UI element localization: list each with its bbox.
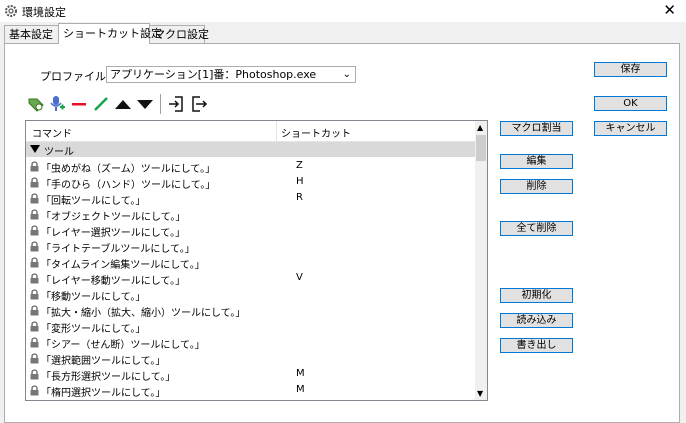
- command-cell: 「拡大・縮小（拡大、縮小）ツールにして。」: [41, 308, 246, 319]
- move-up-icon[interactable]: [114, 95, 132, 113]
- command-cell: 「オブジェクトツールにして。」: [41, 212, 186, 223]
- close-icon[interactable]: ✕: [663, 2, 676, 18]
- lock-icon: [30, 273, 39, 284]
- column-divider[interactable]: [276, 121, 277, 141]
- add-user-icon[interactable]: [48, 95, 66, 113]
- title-bar: 環境設定 ✕: [0, 0, 686, 22]
- list-item[interactable]: 「レイヤー選択ツールにして。」: [26, 222, 476, 239]
- reset-button[interactable]: 初期化: [500, 288, 573, 303]
- scroll-up-icon[interactable]: ▲: [477, 123, 483, 132]
- command-cell: 「変形ツールにして。」: [41, 324, 146, 335]
- command-cell: 「レイヤー移動ツールにして。」: [41, 276, 186, 287]
- list-item[interactable]: 「楕円選択ツールにして。」 M: [26, 382, 476, 399]
- lock-icon: [30, 305, 39, 316]
- profile-select[interactable]: アプリケーション[1]番：Photoshop.exe ⌄: [106, 66, 356, 83]
- list-item[interactable]: 「ライトテーブルツールにして。」: [26, 238, 476, 255]
- list-item[interactable]: 「タイムライン編集ツールにして。」: [26, 254, 476, 271]
- lock-icon: [30, 161, 39, 172]
- lock-icon: [30, 369, 39, 380]
- command-cell: 「回転ツールにして。」: [41, 196, 146, 207]
- lock-icon: [30, 177, 39, 188]
- window-title: 環境設定: [22, 6, 66, 19]
- command-cell: 「タイムライン編集ツールにして。」: [41, 260, 205, 271]
- delete-button[interactable]: 削除: [500, 179, 573, 194]
- column-header-shortcut[interactable]: ショートカット: [281, 125, 351, 140]
- command-cell: 「シアー（せん断）ツールにして。」: [41, 340, 205, 351]
- save-button[interactable]: 保存: [594, 62, 667, 77]
- edit-button[interactable]: 編集: [500, 154, 573, 169]
- group-label: ツール: [44, 147, 74, 158]
- lock-icon: [30, 209, 39, 220]
- expand-triangle-icon[interactable]: [30, 145, 40, 153]
- export-icon[interactable]: [190, 95, 208, 113]
- group-row-tools[interactable]: ツール: [26, 142, 476, 158]
- tab-shortcut-settings[interactable]: ショートカット設定: [58, 23, 162, 44]
- macro-assign-button[interactable]: マクロ割当: [500, 121, 573, 136]
- shortcut-cell: L: [296, 400, 302, 401]
- command-cell: 「選択範囲ツールにして。」: [41, 356, 166, 367]
- shortcut-cell: Z: [296, 160, 303, 171]
- scroll-down-icon[interactable]: ▼: [477, 389, 483, 398]
- list-item[interactable]: 「回転ツールにして。」 R: [26, 190, 476, 207]
- import-icon[interactable]: [168, 95, 186, 113]
- list-item[interactable]: 「拡大・縮小（拡大、縮小）ツールにして。」: [26, 302, 476, 319]
- command-cell: 「移動ツールにして。」: [41, 292, 146, 303]
- column-header-command[interactable]: コマンド: [32, 125, 72, 140]
- list-item[interactable]: 「手のひら（ハンド）ツールにして。」 H: [26, 174, 476, 191]
- chevron-down-icon: ⌄: [342, 69, 351, 80]
- list-item[interactable]: 「投げなわ選択ツールにして。」 L: [26, 398, 476, 401]
- delete-all-button[interactable]: 全て削除: [500, 221, 573, 236]
- list-item[interactable]: 「長方形選択ツールにして。」 M: [26, 366, 476, 383]
- shortcut-cell: H: [296, 176, 304, 187]
- lock-icon: [30, 193, 39, 204]
- gear-icon: [5, 5, 17, 17]
- lock-icon: [30, 289, 39, 300]
- shortcut-cell: R: [296, 192, 303, 203]
- command-cell: 「手のひら（ハンド）ツールにして。」: [41, 180, 216, 191]
- remove-icon[interactable]: [70, 95, 88, 113]
- command-cell: 「虫めがね（ズーム）ツールにして。」: [41, 164, 216, 175]
- list-item[interactable]: 「変形ツールにして。」: [26, 318, 476, 335]
- lock-icon: [30, 385, 39, 396]
- lock-icon: [30, 353, 39, 364]
- profile-select-value: アプリケーション[1]番：Photoshop.exe: [110, 68, 317, 81]
- shortcut-cell: V: [296, 272, 303, 283]
- list-item[interactable]: 「レイヤー移動ツールにして。」 V: [26, 270, 476, 287]
- list-item[interactable]: 「シアー（せん断）ツールにして。」: [26, 334, 476, 351]
- edit-pen-icon[interactable]: [92, 95, 110, 113]
- command-cell: 「レイヤー選択ツールにして。」: [41, 228, 186, 239]
- list-item[interactable]: 「虫めがね（ズーム）ツールにして。」 Z: [26, 158, 476, 175]
- command-cell: 「投げなわ選択ツールにして。」: [41, 400, 185, 401]
- export-button[interactable]: 書き出し: [500, 338, 573, 353]
- lock-icon: [30, 225, 39, 236]
- ok-button[interactable]: OK: [594, 96, 667, 111]
- toolbar-divider: [160, 94, 161, 114]
- list-header: コマンド ショートカット: [26, 121, 476, 142]
- move-down-icon[interactable]: [136, 95, 154, 113]
- lock-icon: [30, 337, 39, 348]
- load-button[interactable]: 読み込み: [500, 313, 573, 328]
- cancel-button[interactable]: キャンセル: [594, 121, 667, 136]
- shortcut-cell: M: [296, 368, 305, 379]
- command-cell: 「長方形選択ツールにして。」: [41, 372, 176, 383]
- command-cell: 「ライトテーブルツールにして。」: [41, 244, 195, 255]
- new-profile-icon[interactable]: [27, 95, 45, 113]
- list-item[interactable]: 「移動ツールにして。」: [26, 286, 476, 303]
- command-cell: 「楕円選択ツールにして。」: [41, 388, 166, 399]
- list-item[interactable]: 「オブジェクトツールにして。」: [26, 206, 476, 223]
- tab-basic-settings[interactable]: 基本設定: [4, 25, 60, 43]
- shortcut-list[interactable]: コマンド ショートカット ツール 「虫めがね（ズーム）ツールにして。」 Z 「手のひ…: [25, 120, 488, 401]
- lock-icon: [30, 241, 39, 252]
- lock-icon: [30, 321, 39, 332]
- scrollbar-thumb[interactable]: [476, 135, 486, 161]
- vertical-scrollbar[interactable]: ▲ ▼: [475, 121, 487, 400]
- list-item[interactable]: 「選択範囲ツールにして。」: [26, 350, 476, 367]
- lock-icon: [30, 257, 39, 268]
- shortcut-cell: M: [296, 384, 305, 395]
